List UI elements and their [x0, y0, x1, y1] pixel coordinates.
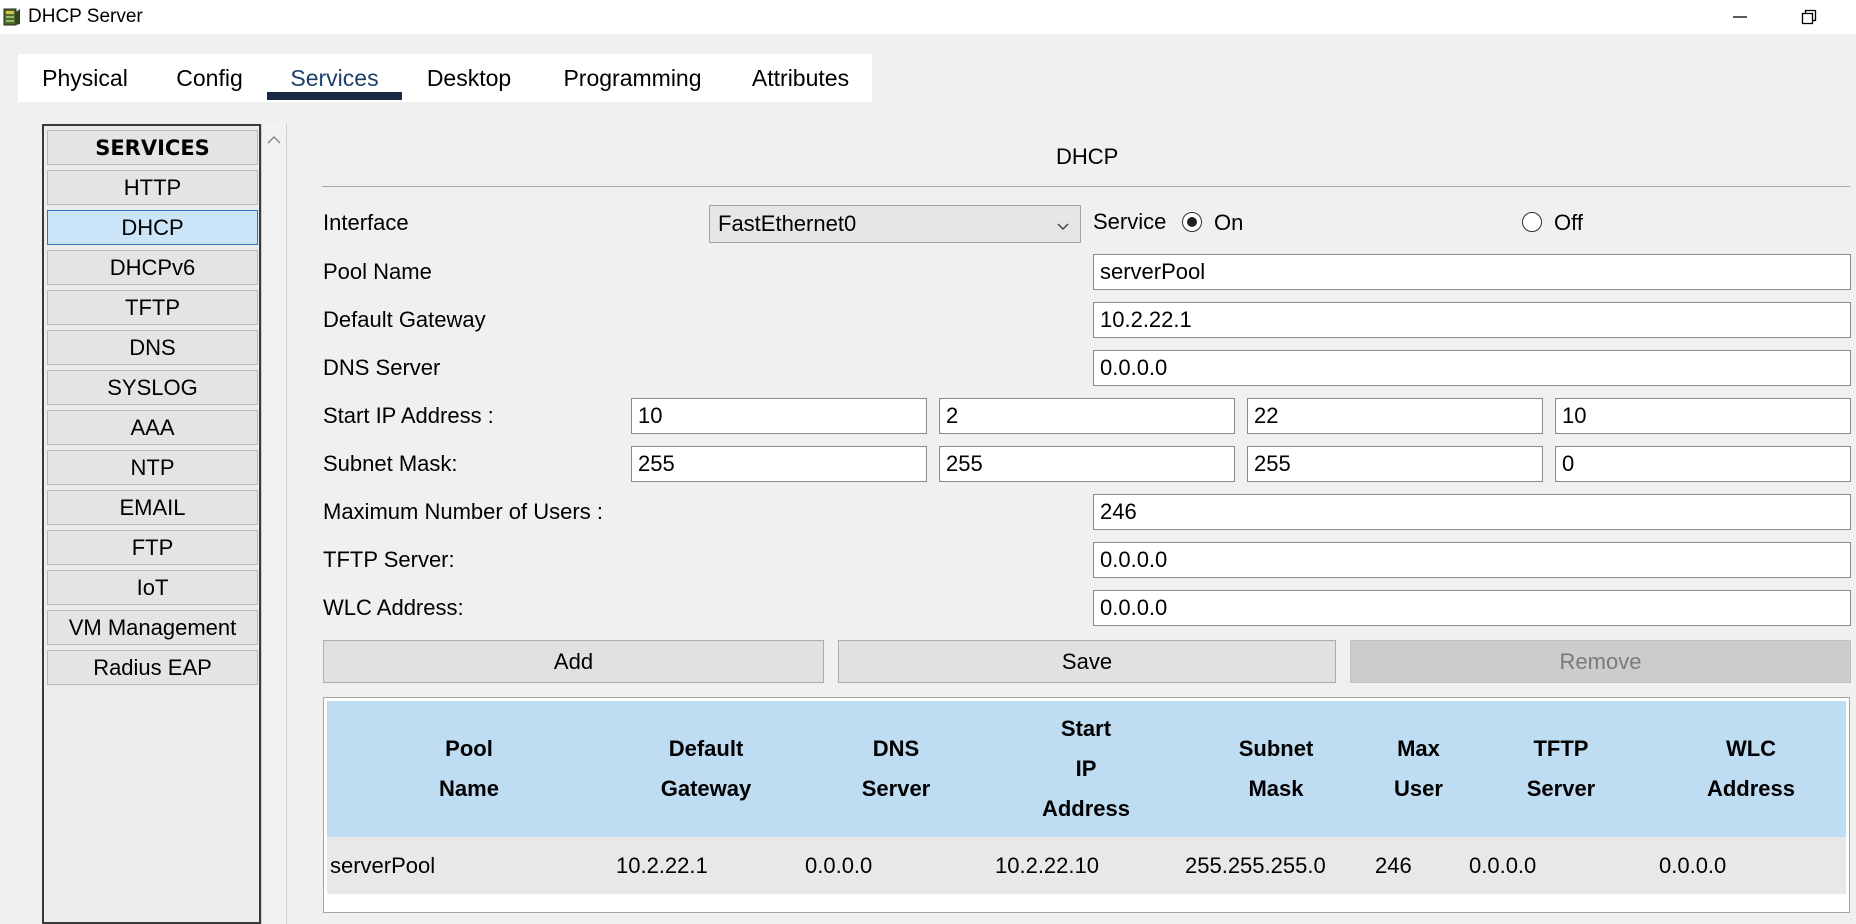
start-ip-octet-4[interactable]: 10	[1555, 398, 1851, 434]
cell-max-user: 246	[1375, 852, 1412, 878]
divider	[322, 186, 1850, 187]
tab-config[interactable]: Config	[152, 54, 267, 102]
dns-server-label: DNS Server	[323, 355, 441, 380]
services-sidebar: SERVICES HTTP DHCP DHCPv6 TFTP DNS SYSLO…	[42, 124, 261, 924]
minimize-button[interactable]	[1713, 0, 1767, 34]
window-title: DHCP Server	[28, 6, 143, 27]
sidebar-item-dns[interactable]: DNS	[47, 330, 258, 365]
radio-selected-dot	[1187, 217, 1197, 227]
tab-desktop[interactable]: Desktop	[402, 54, 536, 102]
service-label: Service	[1093, 209, 1167, 234]
app-icon	[2, 6, 22, 28]
subnet-mask-label: Subnet Mask:	[323, 451, 458, 476]
sidebar-item-ftp[interactable]: FTP	[47, 530, 258, 565]
column-header-tftp-server[interactable]: TFTP Server	[1466, 701, 1656, 837]
service-off-label: Off	[1554, 210, 1583, 235]
start-ip-octet-2[interactable]: 2	[939, 398, 1235, 434]
sidebar-item-dhcp[interactable]: DHCP	[47, 210, 258, 245]
pool-name-input[interactable]: serverPool	[1093, 254, 1851, 290]
start-ip-octet-1[interactable]: 10	[631, 398, 927, 434]
start-ip-label: Start IP Address :	[323, 403, 494, 428]
column-header-max-user[interactable]: Max User	[1371, 701, 1466, 837]
sidebar-scrollbar[interactable]	[261, 124, 287, 924]
cell-dns-server: 0.0.0.0	[805, 852, 873, 878]
column-header-default-gateway[interactable]: Default Gateway	[611, 701, 801, 837]
tftp-server-label: TFTP Server:	[323, 547, 455, 572]
sidebar-item-email[interactable]: EMAIL	[47, 490, 258, 525]
sidebar-item-syslog[interactable]: SYSLOG	[47, 370, 258, 405]
max-users-label: Maximum Number of Users :	[323, 499, 603, 524]
sidebar-item-tftp[interactable]: TFTP	[47, 290, 258, 325]
column-header-dns-server[interactable]: DNS Server	[801, 701, 991, 837]
start-ip-octet-3[interactable]: 22	[1247, 398, 1543, 434]
cell-subnet-mask: 255.255.255.0	[1185, 852, 1326, 878]
restore-button[interactable]	[1782, 0, 1836, 34]
tab-attributes[interactable]: Attributes	[729, 54, 872, 102]
sidebar-item-aaa[interactable]: AAA	[47, 410, 258, 445]
cell-wlc-address: 0.0.0.0	[1659, 852, 1727, 878]
tftp-server-input[interactable]: 0.0.0.0	[1093, 542, 1851, 578]
default-gateway-input[interactable]: 10.2.22.1	[1093, 302, 1851, 338]
chevron-down-icon	[1054, 215, 1072, 233]
minimize-icon	[1733, 16, 1747, 18]
sidebar-item-http[interactable]: HTTP	[47, 170, 258, 205]
pool-table: Pool Name Default Gateway DNS Server Sta…	[323, 697, 1850, 913]
wlc-address-input[interactable]: 0.0.0.0	[1093, 590, 1851, 626]
service-off-radio[interactable]	[1522, 212, 1542, 232]
sidebar-item-iot[interactable]: IoT	[47, 570, 258, 605]
max-users-input[interactable]: 246	[1093, 494, 1851, 530]
sidebar-item-dhcpv6[interactable]: DHCPv6	[47, 250, 258, 285]
title-bar: DHCP Server	[0, 0, 1856, 34]
save-button[interactable]: Save	[838, 640, 1336, 683]
wlc-address-label: WLC Address:	[323, 595, 464, 620]
subnet-mask-octet-1[interactable]: 255	[631, 446, 927, 482]
dhcp-title: DHCP	[1056, 144, 1119, 169]
sidebar-item-radius-eap[interactable]: Radius EAP	[47, 650, 258, 685]
sidebar-item-ntp[interactable]: NTP	[47, 450, 258, 485]
add-button[interactable]: Add	[323, 640, 824, 683]
table-header: Pool Name Default Gateway DNS Server Sta…	[327, 701, 1846, 837]
services-header: SERVICES	[47, 130, 258, 165]
restore-icon	[1801, 9, 1817, 25]
column-header-pool-name[interactable]: Pool Name	[327, 701, 611, 837]
interface-label: Interface	[323, 210, 409, 235]
pool-name-label: Pool Name	[323, 259, 432, 284]
interface-value: FastEthernet0	[718, 211, 857, 236]
subnet-mask-octet-3[interactable]: 255	[1247, 446, 1543, 482]
dns-server-input[interactable]: 0.0.0.0	[1093, 350, 1851, 386]
chevron-up-icon[interactable]	[262, 132, 286, 148]
table-row[interactable]: serverPool 10.2.22.1 0.0.0.0 10.2.22.10 …	[327, 837, 1846, 894]
column-header-subnet-mask[interactable]: Subnet Mask	[1181, 701, 1371, 837]
tab-bar: Physical Config Services Desktop Program…	[18, 54, 872, 102]
active-tab-indicator	[267, 92, 402, 100]
interface-select[interactable]: FastEthernet0	[709, 205, 1081, 243]
service-on-radio[interactable]	[1182, 212, 1202, 232]
cell-pool-name: serverPool	[330, 852, 436, 878]
cell-default-gateway: 10.2.22.1	[616, 852, 708, 878]
subnet-mask-octet-4[interactable]: 0	[1555, 446, 1851, 482]
subnet-mask-octet-2[interactable]: 255	[939, 446, 1235, 482]
cell-start-ip: 10.2.22.10	[995, 852, 1099, 878]
tab-programming[interactable]: Programming	[536, 54, 729, 102]
default-gateway-label: Default Gateway	[323, 307, 486, 332]
remove-button[interactable]: Remove	[1350, 640, 1851, 683]
cell-tftp-server: 0.0.0.0	[1469, 852, 1537, 878]
column-header-start-ip[interactable]: Start IP Address	[991, 701, 1181, 837]
sidebar-item-vm-management[interactable]: VM Management	[47, 610, 258, 645]
tab-physical[interactable]: Physical	[18, 54, 152, 102]
column-header-wlc-address[interactable]: WLC Address	[1656, 701, 1846, 837]
service-on-label: On	[1214, 210, 1244, 235]
